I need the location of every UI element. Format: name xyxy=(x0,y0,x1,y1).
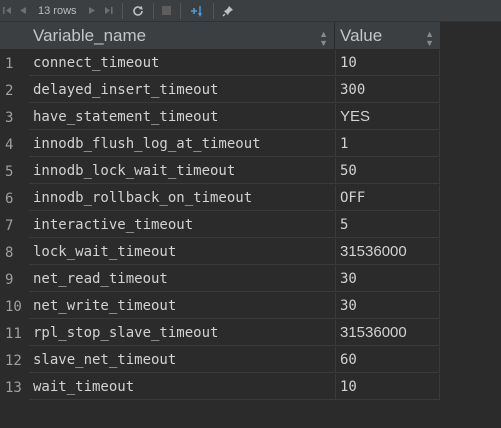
row-number: 9 xyxy=(5,271,14,288)
table-row[interactable]: 5 innodb_lock_wait_timeout 50 xyxy=(0,158,440,185)
cell-variable-name[interactable]: interactive_timeout xyxy=(29,212,336,238)
column-header-label: Variable_name xyxy=(33,25,147,45)
cell-variable-name[interactable]: wait_timeout xyxy=(29,374,336,400)
toolbar-divider xyxy=(179,2,181,19)
toolbar-divider xyxy=(121,2,123,19)
toolbar-divider xyxy=(152,2,154,19)
row-number: 8 xyxy=(5,244,14,261)
cell-value[interactable]: 31536000 xyxy=(336,320,440,346)
cell-variable-name[interactable]: slave_net_timeout xyxy=(29,347,336,373)
cell-variable-name[interactable]: have_statement_timeout xyxy=(29,104,336,130)
table-row[interactable]: 1 connect_timeout 10 xyxy=(0,50,440,77)
cell-variable-name[interactable]: net_write_timeout xyxy=(29,293,336,319)
row-number: 13 xyxy=(5,379,22,396)
cell-variable-name[interactable]: innodb_rollback_on_timeout xyxy=(29,185,336,211)
cell-value[interactable]: 300 xyxy=(336,77,440,103)
cell-value[interactable]: 30 xyxy=(336,293,440,319)
cell-value[interactable]: 30 xyxy=(336,266,440,292)
row-count-label: 13 rows xyxy=(38,4,77,17)
cell-value[interactable]: 10 xyxy=(336,50,440,76)
sort-arrows-icon[interactable]: ▲ ▼ xyxy=(319,30,328,48)
cell-value[interactable]: 31536000 xyxy=(336,239,440,265)
result-toolbar: 13 rows xyxy=(0,0,501,22)
row-number: 1 xyxy=(5,55,14,72)
next-page-icon[interactable] xyxy=(83,0,101,21)
table-row[interactable]: 6 innodb_rollback_on_timeout OFF xyxy=(0,185,440,212)
table-row[interactable]: 11 rpl_stop_slave_timeout 31536000 xyxy=(0,320,440,347)
pin-icon[interactable] xyxy=(219,0,237,21)
row-number: 2 xyxy=(5,82,14,99)
table-row[interactable]: 7 interactive_timeout 5 xyxy=(0,212,440,239)
row-number: 11 xyxy=(5,325,22,342)
row-number: 12 xyxy=(5,352,22,369)
table-row[interactable]: 3 have_statement_timeout YES xyxy=(0,104,440,131)
table-row[interactable]: 4 innodb_flush_log_at_timeout 1 xyxy=(0,131,440,158)
cell-variable-name[interactable]: lock_wait_timeout xyxy=(29,239,336,265)
last-page-icon[interactable] xyxy=(101,0,117,21)
cell-variable-name[interactable]: net_read_timeout xyxy=(29,266,336,292)
stop-icon[interactable] xyxy=(159,0,175,21)
table-row[interactable]: 9 net_read_timeout 30 xyxy=(0,266,440,293)
column-header-label: Value xyxy=(340,25,383,45)
cell-value[interactable]: 10 xyxy=(336,374,440,400)
column-header-value[interactable]: Value ▲ ▼ xyxy=(336,22,440,49)
table-row[interactable]: 13 wait_timeout 10 xyxy=(0,374,440,401)
table-row[interactable]: 10 net_write_timeout 30 xyxy=(0,293,440,320)
cell-variable-name[interactable]: innodb_flush_log_at_timeout xyxy=(29,131,336,157)
cell-value[interactable]: 60 xyxy=(336,347,440,373)
sort-arrows-icon[interactable]: ▲ ▼ xyxy=(425,30,434,48)
row-number: 6 xyxy=(5,190,14,207)
toolbar-divider xyxy=(212,2,214,19)
row-number: 3 xyxy=(5,109,14,126)
table-row[interactable]: 8 lock_wait_timeout 31536000 xyxy=(0,239,440,266)
first-page-icon[interactable] xyxy=(0,0,14,21)
row-number: 10 xyxy=(5,298,22,315)
grid-rows: 1 connect_timeout 10 2 delayed_insert_timeo… xyxy=(0,50,440,401)
cell-value[interactable]: OFF xyxy=(336,185,440,211)
cell-value[interactable]: 1 xyxy=(336,131,440,157)
sort-icon[interactable] xyxy=(186,0,208,21)
table-row[interactable]: 12 slave_net_timeout 60 xyxy=(0,347,440,374)
cell-variable-name[interactable]: rpl_stop_slave_timeout xyxy=(29,320,336,346)
row-number: 4 xyxy=(5,136,14,153)
table-row[interactable]: 2 delayed_insert_timeout 300 xyxy=(0,77,440,104)
refresh-icon[interactable] xyxy=(128,0,148,21)
prev-page-icon[interactable] xyxy=(14,0,32,21)
cell-variable-name[interactable]: connect_timeout xyxy=(29,50,336,76)
cell-variable-name[interactable]: innodb_lock_wait_timeout xyxy=(29,158,336,184)
cell-variable-name[interactable]: delayed_insert_timeout xyxy=(29,77,336,103)
grid-header: Variable_name ▲ ▼ Value ▲ ▼ xyxy=(0,22,440,50)
row-number: 7 xyxy=(5,217,14,234)
cell-value[interactable]: 5 xyxy=(336,212,440,238)
cell-value[interactable]: 50 xyxy=(336,158,440,184)
column-header-variable-name[interactable]: Variable_name ▲ ▼ xyxy=(29,22,335,49)
cell-value[interactable]: YES xyxy=(336,104,440,130)
row-number: 5 xyxy=(5,163,14,180)
